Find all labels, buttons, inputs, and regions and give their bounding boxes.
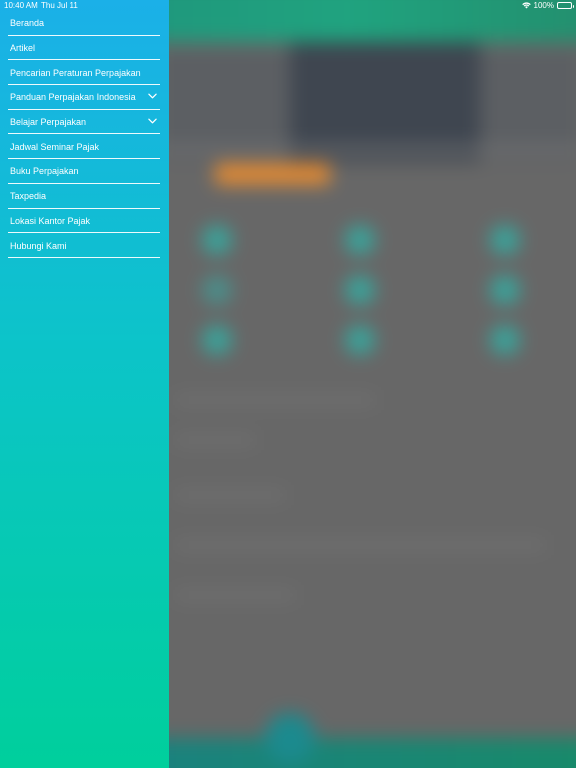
- menu-item-artikel[interactable]: Artikel: [0, 36, 169, 61]
- menu-item-label: Taxpedia: [10, 191, 47, 202]
- background-text-line: [175, 490, 285, 500]
- menu-item-belajar-perpajakan[interactable]: Belajar Perpajakan: [0, 110, 169, 135]
- battery-percentage: 100%: [533, 1, 554, 10]
- menu-item-lokasi-kantor-pajak[interactable]: Lokasi Kantor Pajak: [0, 209, 169, 234]
- menu-item-label: Pencarian Peraturan Perpajakan: [10, 67, 141, 78]
- menu-item-label: Buku Perpajakan: [10, 166, 79, 177]
- wifi-icon: [521, 2, 531, 9]
- menu-item-jadwal-seminar[interactable]: Jadwal Seminar Pajak: [0, 134, 169, 159]
- drawer-menu: Beranda Artikel Pencarian Peraturan Perp…: [0, 11, 169, 258]
- background-icon: [202, 325, 232, 355]
- background-icon: [345, 275, 375, 305]
- status-time: 10:40 AM: [4, 1, 38, 10]
- menu-item-buku-perpajakan[interactable]: Buku Perpajakan: [0, 159, 169, 184]
- menu-item-label: Panduan Perpajakan Indonesia: [10, 92, 136, 103]
- battery-icon: [557, 2, 574, 9]
- background-text-line: [175, 435, 255, 445]
- background-text-line: [175, 590, 295, 600]
- menu-item-hubungi-kami[interactable]: Hubungi Kami: [0, 233, 169, 258]
- background-icon: [345, 325, 375, 355]
- status-date: Thu Jul 11: [41, 1, 78, 10]
- status-bar: 10:40 AM Thu Jul 11 100%: [0, 0, 576, 12]
- menu-item-label: Artikel: [10, 43, 36, 54]
- background-text-line: [175, 395, 375, 405]
- menu-item-taxpedia[interactable]: Taxpedia: [0, 184, 169, 209]
- background-icon: [202, 225, 232, 255]
- menu-item-beranda[interactable]: Beranda: [0, 11, 169, 36]
- menu-item-label: Beranda: [10, 18, 45, 29]
- menu-item-label: Jadwal Seminar Pajak: [10, 141, 100, 152]
- background-icon: [345, 225, 375, 255]
- background-icon: [490, 325, 520, 355]
- menu-item-pencarian-peraturan[interactable]: Pencarian Peraturan Perpajakan: [0, 60, 169, 85]
- background-banner-image: [290, 42, 480, 162]
- background-icon: [490, 225, 520, 255]
- menu-item-panduan-perpajakan[interactable]: Panduan Perpajakan Indonesia: [0, 85, 169, 110]
- chevron-down-icon[interactable]: [148, 118, 157, 124]
- navigation-drawer: Beranda Artikel Pencarian Peraturan Perp…: [0, 0, 169, 768]
- background-icon: [202, 275, 232, 305]
- menu-item-label: Hubungi Kami: [10, 240, 67, 251]
- menu-item-label: Lokasi Kantor Pajak: [10, 215, 91, 226]
- menu-item-label: Belajar Perpajakan: [10, 117, 87, 128]
- background-center-button: [265, 713, 315, 763]
- background-orange-button: [215, 163, 330, 185]
- chevron-down-icon[interactable]: [148, 93, 157, 99]
- background-icon: [490, 275, 520, 305]
- status-indicators: 100%: [521, 1, 574, 10]
- background-text-line: [175, 540, 545, 550]
- background-divider: [160, 146, 576, 152]
